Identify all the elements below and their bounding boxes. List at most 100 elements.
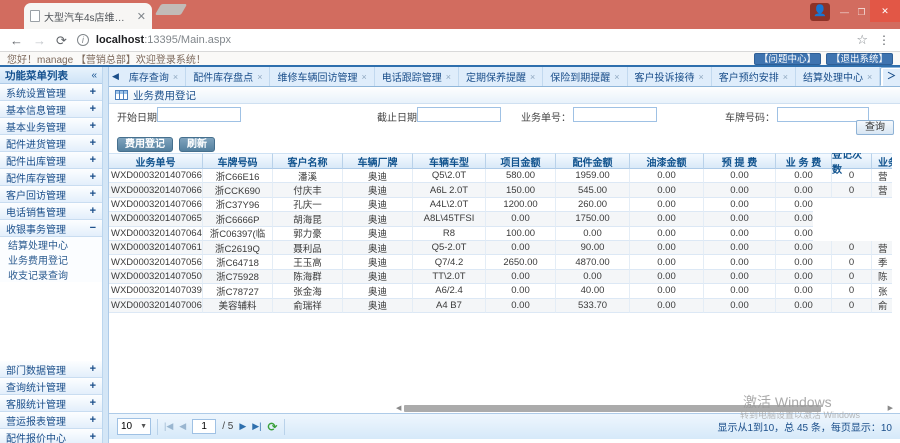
- expand-plus-icon[interactable]: +: [90, 171, 96, 183]
- refresh-grid-icon[interactable]: ⟳: [268, 420, 278, 434]
- tab-close-icon[interactable]: ✕: [137, 10, 146, 23]
- browser-menu-icon[interactable]: ⋮: [878, 33, 890, 47]
- column-header-8[interactable]: 预 提 费: [704, 153, 776, 169]
- content-tab-定期保养提醒[interactable]: 定期保养提醒 ×: [459, 67, 544, 86]
- info-icon[interactable]: i: [76, 34, 89, 46]
- maximize-button[interactable]: ❐: [853, 3, 870, 21]
- sidebar-group-客服统计管理[interactable]: 客服统计管理 +: [0, 395, 102, 412]
- expand-plus-icon[interactable]: +: [90, 363, 96, 375]
- column-header-0[interactable]: 业务单号: [109, 153, 203, 169]
- expand-plus-icon[interactable]: +: [90, 103, 96, 115]
- table-row[interactable]: WXD0003201407039 浙C78727 张金海 奥迪 A6/2.4 0.00 40…: [109, 284, 892, 299]
- expand-plus-icon[interactable]: +: [90, 120, 96, 132]
- scroll-right-arrow-icon[interactable]: ▶: [888, 405, 893, 413]
- table-row[interactable]: WXD0003201407050 浙C75928 陈海群 奥迪 TT\2.0T 0.00 0…: [109, 269, 892, 285]
- column-header-10[interactable]: 登记次数: [832, 153, 872, 176]
- sidebar-subitem-业务费用登记[interactable]: 业务费用登记: [0, 252, 102, 267]
- browser-tab[interactable]: 大型汽车4s店维修管理系 ✕: [24, 3, 152, 29]
- page-size-select[interactable]: 10 ▼: [117, 418, 151, 435]
- tab-close-icon[interactable]: ×: [867, 72, 872, 82]
- scrollbar-thumb[interactable]: [404, 405, 821, 412]
- sidebar-collapse-icon[interactable]: «: [91, 70, 97, 81]
- sidebar-group-基本业务管理[interactable]: 基本业务管理 +: [0, 118, 102, 135]
- column-header-9[interactable]: 业 务 费: [776, 153, 832, 169]
- tab-close-icon[interactable]: ×: [361, 72, 366, 82]
- expand-plus-icon[interactable]: +: [90, 137, 96, 149]
- bookmark-star-icon[interactable]: ☆: [856, 32, 868, 48]
- table-row[interactable]: WXD0003201407056 浙C64718 王玉高 奥迪 Q7/4.2 2650.0…: [109, 255, 892, 270]
- refresh-button[interactable]: 刷新: [179, 137, 215, 152]
- sidebar-group-配件进货管理[interactable]: 配件进货管理 +: [0, 135, 102, 152]
- scroll-left-arrow-icon[interactable]: ◀: [396, 405, 401, 413]
- end-date-input[interactable]: [417, 107, 501, 122]
- column-header-7[interactable]: 油漆金额: [630, 153, 704, 169]
- fee-register-button[interactable]: 费用登记: [117, 137, 173, 152]
- first-page-button[interactable]: |◀: [164, 421, 173, 432]
- table-row[interactable]: WXD0003201407066 浙C37Y96 孔庆一 奥迪 A4L\2.0T 1200…: [109, 197, 892, 213]
- column-header-2[interactable]: 客户名称: [273, 153, 343, 169]
- tab-close-icon[interactable]: ×: [699, 72, 704, 82]
- collapse-minus-icon[interactable]: −: [90, 222, 96, 234]
- back-icon[interactable]: ←: [10, 34, 23, 47]
- content-tab-客户投诉接待[interactable]: 客户投诉接待 ×: [628, 67, 712, 86]
- expand-plus-icon[interactable]: +: [90, 205, 96, 217]
- content-tab-电话跟踪管理[interactable]: 电话跟踪管理 ×: [375, 67, 459, 86]
- close-button[interactable]: ✕: [870, 0, 900, 22]
- tabs-scroll-left-icon[interactable]: ◀: [109, 71, 122, 86]
- content-tab-结算处理中心[interactable]: 结算处理中心 ×: [796, 67, 881, 86]
- sidebar-group-电话销售管理[interactable]: 电话销售管理 +: [0, 203, 102, 220]
- column-header-11[interactable]: 业务: [872, 153, 892, 169]
- tab-close-icon[interactable]: ×: [257, 72, 262, 82]
- column-header-3[interactable]: 车辆厂牌: [343, 153, 413, 169]
- sidebar-subitem-收支记录查询[interactable]: 收支记录查询: [0, 267, 102, 282]
- sidebar-group-收银事务管理[interactable]: 收银事务管理 −: [0, 220, 102, 237]
- sidebar-group-配件报价中心[interactable]: 配件报价中心 +: [0, 429, 102, 443]
- column-header-5[interactable]: 项目金额: [486, 153, 556, 169]
- sidebar-group-查询统计管理[interactable]: 查询统计管理 +: [0, 378, 102, 395]
- horizontal-scrollbar[interactable]: ◀ ▶: [109, 404, 893, 413]
- expand-plus-icon[interactable]: +: [90, 397, 96, 409]
- forward-icon[interactable]: →: [33, 34, 46, 47]
- sidebar-subitem-结算处理中心[interactable]: 结算处理中心: [0, 237, 102, 252]
- expand-plus-icon[interactable]: +: [90, 431, 96, 443]
- sidebar-header[interactable]: 功能菜单列表 «: [0, 67, 102, 84]
- content-tab-维修车辆回访管理[interactable]: 维修车辆回访管理 ×: [270, 67, 375, 86]
- plate-input[interactable]: [777, 107, 869, 122]
- expand-plus-icon[interactable]: +: [90, 154, 96, 166]
- table-row[interactable]: WXD0003201407061 浙C2619Q 聂利品 奥迪 Q5-2.0T 0.00 9…: [109, 240, 892, 256]
- column-header-6[interactable]: 配件金额: [556, 153, 630, 169]
- tab-close-icon[interactable]: ×: [783, 72, 788, 82]
- expand-plus-icon[interactable]: +: [90, 414, 96, 426]
- expand-plus-icon[interactable]: +: [90, 188, 96, 200]
- table-row[interactable]: WXD0003201407066 浙CCK690 付庆丰 奥迪 A6L 2.0T 150.…: [109, 183, 892, 198]
- table-row[interactable]: WXD0003201407065 浙C6666P 胡海昆 奥迪 A8L\45TFSI 0.…: [109, 212, 892, 227]
- logout-button[interactable]: 【退出系统】: [825, 52, 893, 65]
- minimize-button[interactable]: —: [836, 3, 853, 21]
- prev-page-button[interactable]: ◀: [179, 421, 186, 432]
- start-date-input[interactable]: [157, 107, 241, 122]
- sidebar-group-部门数据管理[interactable]: 部门数据管理 +: [0, 361, 102, 378]
- column-header-1[interactable]: 车牌号码: [203, 153, 273, 169]
- search-button[interactable]: 查询: [856, 120, 894, 135]
- reload-icon[interactable]: ⟳: [56, 34, 67, 47]
- order-no-input[interactable]: [573, 107, 657, 122]
- sidebar-group-客户回访管理[interactable]: 客户回访管理 +: [0, 186, 102, 203]
- tab-close-icon[interactable]: ×: [530, 72, 535, 82]
- sidebar-group-配件出库管理[interactable]: 配件出库管理 +: [0, 152, 102, 169]
- column-header-4[interactable]: 车辆车型: [413, 153, 486, 169]
- tab-close-icon[interactable]: ×: [446, 72, 451, 82]
- table-row[interactable]: WXD0003201407006 美容辅料 俞瑞祥 奥迪 A4 B7 0.00 533.70…: [109, 298, 892, 313]
- expand-plus-icon[interactable]: +: [90, 86, 96, 98]
- content-tab-保险到期提醒[interactable]: 保险到期提醒 ×: [543, 67, 628, 86]
- tabs-scroll-right-icon[interactable]: ＞: [882, 69, 900, 86]
- sidebar-group-营运报表管理[interactable]: 营运报表管理 +: [0, 412, 102, 429]
- question-center-button[interactable]: 【问题中心】: [753, 52, 821, 65]
- new-tab-button[interactable]: [154, 4, 188, 15]
- tab-close-icon[interactable]: ×: [173, 72, 178, 82]
- last-page-button[interactable]: ▶|: [252, 421, 261, 432]
- sidebar-group-基本信息管理[interactable]: 基本信息管理 +: [0, 101, 102, 118]
- tab-close-icon[interactable]: ×: [614, 72, 619, 82]
- profile-icon[interactable]: 👤: [810, 3, 830, 21]
- table-row[interactable]: WXD0003201407066 浙C66E16 潘溪 奥迪 Q5\2.0T 580.00…: [109, 169, 892, 184]
- url-field[interactable]: i localhost:13395/Main.aspx: [76, 34, 846, 46]
